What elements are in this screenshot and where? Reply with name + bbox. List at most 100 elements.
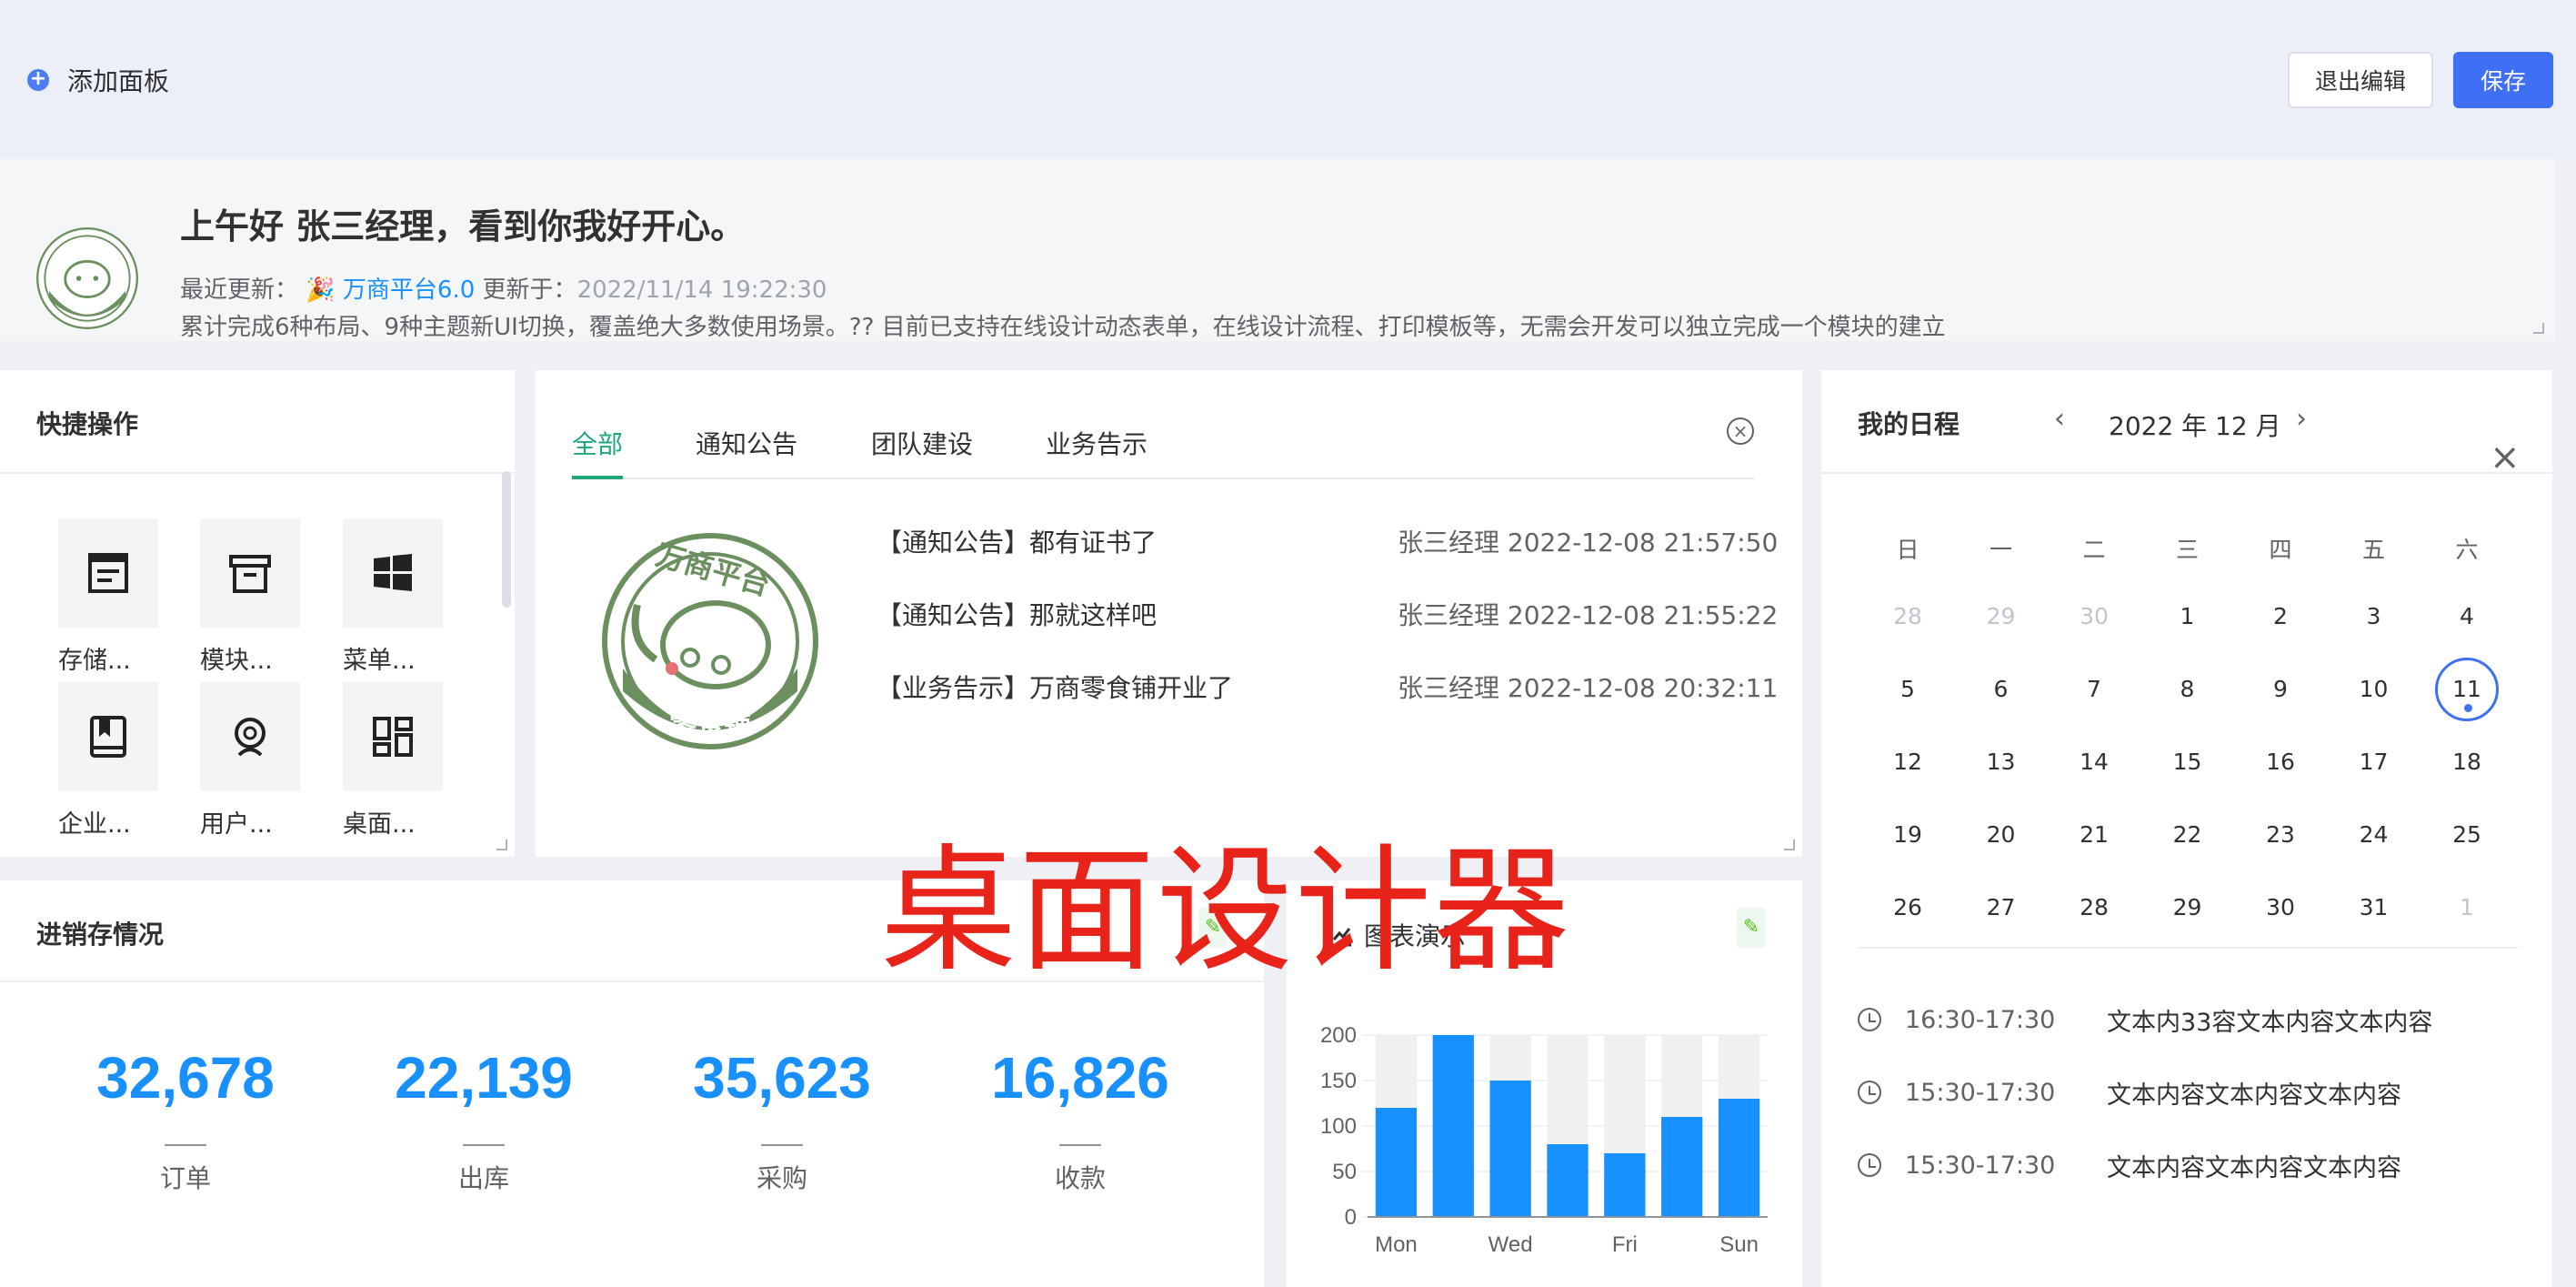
prev-month-icon[interactable]: ‹ <box>2054 403 2065 435</box>
x-tick-label: Fri <box>1612 1232 1638 1257</box>
quick-item-label: 存储... <box>58 647 131 675</box>
add-panel-button[interactable]: + 添加面板 <box>27 62 169 98</box>
close-icon[interactable]: × <box>2490 439 2521 476</box>
stat-value: 22,139 <box>395 1045 573 1111</box>
day-number: 4 <box>2460 603 2474 629</box>
bar <box>1661 1117 1703 1217</box>
party-popper-icon: 🎉 <box>306 277 336 304</box>
calendar-day[interactable]: 18 <box>2435 730 2499 794</box>
calendar-day[interactable]: 29 <box>1970 585 2033 649</box>
tab-business[interactable]: 业务告示 <box>1046 425 1148 461</box>
quick-item-menu[interactable]: 菜单... <box>343 518 443 676</box>
day-number: 17 <box>2359 749 2389 775</box>
calendar-day[interactable]: 7 <box>2062 658 2126 721</box>
edit-icon[interactable]: ✎ <box>1737 908 1766 948</box>
calendar-day[interactable]: 8 <box>2156 658 2220 721</box>
update-product-link[interactable]: 万商平台6.0 <box>343 277 475 304</box>
stat-divider <box>463 1144 505 1146</box>
close-circle-icon[interactable]: × <box>1727 417 1754 445</box>
calendar-day[interactable]: 20 <box>1970 803 2033 867</box>
calendar-day[interactable]: 31 <box>2342 876 2406 940</box>
calendar-day[interactable]: 23 <box>2249 803 2312 867</box>
save-button[interactable]: 保存 <box>2453 52 2553 108</box>
calendar-day[interactable]: 17 <box>2342 730 2406 794</box>
exit-edit-button[interactable]: 退出编辑 <box>2288 52 2433 108</box>
dashboard-icon <box>373 717 413 757</box>
stat-label: 出库 <box>457 1163 509 1193</box>
calendar-day[interactable]: 13 <box>1970 730 2033 794</box>
calendar-day[interactable]: 28 <box>2062 876 2126 940</box>
calendar-day[interactable]: 25 <box>2435 803 2499 867</box>
calendar-day[interactable]: 30 <box>2062 585 2126 649</box>
stat-orders: 32,678 订单 <box>76 1044 295 1195</box>
calendar-day[interactable]: 15 <box>2156 730 2220 794</box>
calendar-day[interactable]: 14 <box>2062 730 2126 794</box>
quick-item-module[interactable]: 模块... <box>200 518 300 676</box>
stat-payment: 16,826 收款 <box>971 1044 1189 1195</box>
quick-item-storage[interactable]: 存储... <box>58 518 158 676</box>
calendar-day[interactable]: 3 <box>2342 585 2406 649</box>
calendar-day[interactable]: 1 <box>2156 585 2220 649</box>
calendar-day[interactable]: 16 <box>2249 730 2312 794</box>
notice-time: 2022-12-08 20:32:11 <box>1507 673 1779 703</box>
day-number: 28 <box>1893 603 1922 629</box>
calendar-day[interactable]: 12 <box>1876 730 1940 794</box>
calendar-day[interactable]: 29 <box>2156 876 2220 940</box>
resize-handle[interactable] <box>1784 840 1795 850</box>
notice-title[interactable]: 【业务告示】万商零食铺开业了 <box>877 669 1233 705</box>
calendar-day[interactable]: 1 <box>2435 876 2499 940</box>
calendar-day[interactable]: 2 <box>2249 585 2312 649</box>
notice-title[interactable]: 【通知公告】那就这样吧 <box>877 596 1157 632</box>
calendar-day[interactable]: 19 <box>1876 803 1940 867</box>
schedule-event[interactable]: 15:30-17:30 文本内容文本内容文本内容 <box>1858 1147 2401 1183</box>
weekday-label: 三 <box>2175 537 2199 563</box>
calendar-day[interactable]: 26 <box>1876 876 1940 940</box>
event-text: 文本内容文本内容文本内容 <box>2107 1081 2401 1110</box>
quick-item-desktop[interactable]: 桌面... <box>343 682 443 840</box>
tab-team[interactable]: 团队建设 <box>871 425 973 461</box>
calendar-day[interactable]: 4 <box>2435 585 2499 649</box>
notice-title[interactable]: 【通知公告】都有证书了 <box>877 523 1157 559</box>
day-number: 3 <box>2366 603 2381 629</box>
calendar-day[interactable]: 24 <box>2342 803 2406 867</box>
event-text: 文本内容文本内容文本内容 <box>2107 1153 2401 1182</box>
calendar-day[interactable]: 6 <box>1970 658 2033 721</box>
notice-meta: 张三经理 2022-12-08 21:57:50 <box>1398 523 1778 559</box>
weekday-label: 四 <box>2269 537 2292 563</box>
calendar-day[interactable]: 30 <box>2249 876 2312 940</box>
day-number: 6 <box>1993 676 2009 702</box>
event-text: 文本内33容文本内容文本内容 <box>2107 1008 2433 1037</box>
calendar-day[interactable]: 28 <box>1876 585 1940 649</box>
calendar-day[interactable]: 9 <box>2249 658 2312 721</box>
tab-all[interactable]: 全部 <box>572 425 623 461</box>
day-number: 23 <box>2266 821 2295 848</box>
calendar-day[interactable]: 11 <box>2435 658 2499 721</box>
stat-purchase: 35,623 采购 <box>673 1044 891 1195</box>
day-number: 14 <box>2080 749 2109 775</box>
day-number: 27 <box>1986 894 2016 920</box>
scrollbar[interactable] <box>502 471 511 608</box>
next-month-icon[interactable]: › <box>2296 403 2307 435</box>
calendar-day[interactable]: 10 <box>2342 658 2406 721</box>
schedule-card: 我的日程 ‹ 2022 年 12 月 › 日一二三四五六 28 29 30 1 2 3 4 5… <box>1821 370 2552 1287</box>
resize-handle[interactable] <box>496 840 507 850</box>
event-time: 15:30-17:30 <box>1905 1151 2056 1180</box>
calendar-day[interactable]: 5 <box>1876 658 1940 721</box>
quick-item-label: 用户... <box>200 810 273 839</box>
schedule-event[interactable]: 16:30-17:30 文本内33容文本内容文本内容 <box>1858 1001 2432 1038</box>
x-tick-label: Mon <box>1375 1232 1418 1257</box>
resize-handle[interactable] <box>2533 323 2544 334</box>
calendar-day[interactable]: 21 <box>2062 803 2126 867</box>
quick-item-label: 模块... <box>200 647 273 675</box>
notice-time: 2022-12-08 21:55:22 <box>1507 600 1779 630</box>
event-dot <box>2464 704 2472 712</box>
calendar-day[interactable]: 22 <box>2156 803 2220 867</box>
stat-value: 35,623 <box>693 1045 871 1111</box>
quick-item-user[interactable]: 用户... <box>200 682 300 840</box>
tab-notice[interactable]: 通知公告 <box>696 425 797 461</box>
quick-item-enterprise[interactable]: 企业... <box>58 682 158 840</box>
schedule-event[interactable]: 15:30-17:30 文本内容文本内容文本内容 <box>1858 1074 2401 1111</box>
day-number: 29 <box>2172 894 2202 920</box>
day-number: 20 <box>1986 821 2016 848</box>
calendar-day[interactable]: 27 <box>1970 876 2033 940</box>
